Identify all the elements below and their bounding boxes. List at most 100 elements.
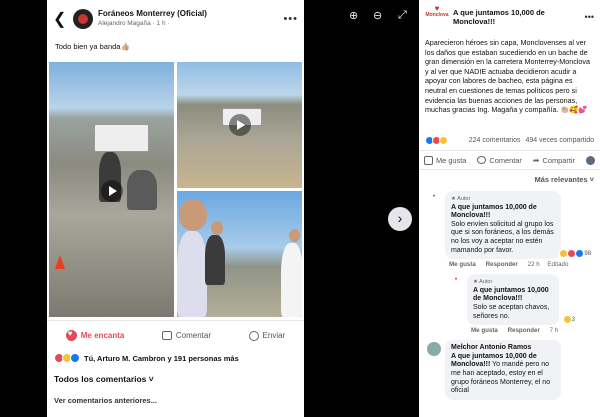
edited-label: Editado <box>547 261 569 269</box>
group-name[interactable]: Foráneos Monterrey (Oficial) <box>98 9 283 19</box>
comment-sort-dropdown[interactable]: Más relevantes ˅ <box>419 170 600 185</box>
post-author-block: Foráneos Monterrey (Oficial) Alejandro M… <box>98 9 283 29</box>
care-reaction-icon <box>439 135 448 145</box>
post-header: ❮ Foráneos Monterrey (Oficial) Alejandro… <box>47 0 304 38</box>
photo-grid <box>47 62 304 317</box>
comment-like-link[interactable]: Me gusta <box>449 261 476 268</box>
comment-item: ♥ ★ Autor A que juntamos 10,000 de Moncl… <box>419 191 600 268</box>
photo-roadwork-crew[interactable] <box>49 62 174 317</box>
comment-like-link[interactable]: Me gusta <box>471 327 498 334</box>
comment-reactions[interactable]: 3 <box>561 314 577 326</box>
photo-road-pickup[interactable] <box>177 62 302 188</box>
comment-reactions[interactable]: 98 <box>558 248 593 260</box>
comment-reply-link[interactable]: Responder <box>508 327 540 334</box>
comment-icon <box>477 156 487 164</box>
love-label: Me encanta <box>80 331 125 340</box>
play-icon[interactable] <box>101 180 123 202</box>
commenter-name[interactable]: Melchor Antonio Ramos <box>451 344 555 353</box>
post-screenshot: ❮ Foráneos Monterrey (Oficial) Alejandro… <box>47 0 304 417</box>
like-reaction-icon <box>70 353 80 363</box>
zoom-in-icon[interactable]: ⊕ <box>349 9 358 22</box>
like-reaction-icon <box>576 250 584 258</box>
thumbs-up-icon <box>424 155 433 165</box>
group-avatar[interactable] <box>73 9 93 29</box>
view-previous-comments-link[interactable]: Ver comentarios anteriores... <box>47 384 304 405</box>
photo-selfie-crew[interactable] <box>177 191 302 317</box>
comment-reply-item: ♥ ★ Autor A que juntamos 10,000 de Moncl… <box>441 274 600 334</box>
author-line: Alejandro Magaña · 1 h · <box>98 20 170 27</box>
worker-figure <box>127 170 157 210</box>
comment-time[interactable]: 7 h <box>550 327 559 334</box>
comment-text: Solo envíen solicitud al grupo los que s… <box>451 220 554 254</box>
pickup-truck <box>94 124 149 152</box>
person-figure <box>205 235 225 285</box>
panel-actions: Me gusta Comentar ➦ Compartir <box>419 150 600 170</box>
person-face <box>289 229 300 242</box>
love-button[interactable]: Me encanta <box>65 329 125 341</box>
back-arrow-icon[interactable]: ❮ <box>53 9 67 29</box>
commenter-avatar[interactable]: ♥ <box>427 193 441 207</box>
all-comments-filter[interactable]: Todos los comentarios ˅ <box>47 366 304 384</box>
page-logo[interactable]: ♥ Monclova <box>425 4 449 28</box>
comment-text: Solo se aceptan chavos, señores no. <box>473 303 550 320</box>
haha-reaction-icon <box>563 316 571 324</box>
commenter-name[interactable]: A que juntamos 10,000 de Monclova!!! <box>473 287 553 304</box>
like-label: Me gusta <box>436 155 467 165</box>
post-stats: 224 comentarios 494 veces compartido <box>419 132 600 148</box>
comment-time[interactable]: 22 h <box>528 261 540 268</box>
person-figure <box>281 243 302 317</box>
post-body-text: Aparecieron héroes sin capa, Monclovense… <box>425 38 590 115</box>
author-badge: ★ Autor <box>473 279 493 286</box>
reaction-summary[interactable]: Tú, Arturo M. Cambron y 191 personas más <box>47 350 304 366</box>
comment-label: Comentar <box>489 155 522 165</box>
page-title[interactable]: A que juntamos 10,000 de Monclova!!! <box>453 8 585 26</box>
comment-icon <box>161 331 172 340</box>
share-icon: ➦ <box>532 155 540 165</box>
comment-meta: Me gusta Responder 22 h Editado <box>445 259 600 268</box>
comment-reaction-count: 98 <box>584 250 591 257</box>
expand-icon[interactable]: ⤢ <box>398 9 407 22</box>
comment-reaction-count: 3 <box>571 316 575 323</box>
screenshot-stage: ❮ Foráneos Monterrey (Oficial) Alejandro… <box>0 0 600 417</box>
play-icon[interactable] <box>229 114 251 136</box>
more-options-icon[interactable]: ••• <box>283 13 298 25</box>
next-photo-button[interactable]: › <box>388 207 412 231</box>
post-side-panel: ♥ Monclova A que juntamos 10,000 de Monc… <box>419 0 600 417</box>
post-actions: Me encanta Comentar Enviar <box>47 320 304 350</box>
more-options-icon[interactable]: ••• <box>585 12 594 22</box>
traffic-cone <box>55 255 65 269</box>
messenger-icon <box>248 330 259 341</box>
send-button[interactable]: Enviar <box>248 330 286 341</box>
comment-meta: Me gusta Responder 7 h <box>467 325 600 334</box>
comments-count[interactable]: 224 comentarios <box>469 137 521 144</box>
comment-button[interactable]: Comentar <box>161 331 211 340</box>
comment-item: Melchor Antonio Ramos A que juntamos 10,… <box>419 340 600 400</box>
comment-bubble: ★ Autor A que juntamos 10,000 de Monclov… <box>467 274 577 326</box>
love-reaction-icon <box>568 250 576 258</box>
heart-icon <box>65 329 77 341</box>
author-badge: ★ Autor <box>451 196 471 202</box>
post-caption: Todo bien ya banda👍🏼 <box>55 42 130 51</box>
share-button[interactable]: ➦ Compartir <box>533 156 575 165</box>
panel-header: ♥ Monclova A que juntamos 10,000 de Monc… <box>419 0 600 28</box>
shares-count[interactable]: 494 veces compartido <box>526 137 594 144</box>
send-label: Enviar <box>262 331 286 340</box>
person-face <box>211 221 223 235</box>
comment-reply-link[interactable]: Responder <box>486 261 518 268</box>
zoom-out-icon[interactable]: ⊖ <box>373 9 382 22</box>
commenter-avatar[interactable] <box>427 342 441 357</box>
reactions-text: Tú, Arturo M. Cambron y 191 personas más <box>84 353 239 363</box>
comment-button[interactable]: Comentar <box>477 155 522 165</box>
comment-label: Comentar <box>175 331 211 340</box>
commenter-name[interactable]: A que juntamos 10,000 de Monclova!!! <box>451 204 555 221</box>
logo-text: Monclova <box>425 11 449 18</box>
audience-selector-icon[interactable] <box>585 155 595 165</box>
share-label: Compartir <box>542 155 575 165</box>
comment-bubble: Melchor Antonio Ramos A que juntamos 10,… <box>445 340 561 400</box>
selfie-person <box>177 231 207 317</box>
haha-reaction-icon <box>560 250 568 258</box>
like-button[interactable]: Me gusta <box>424 155 467 165</box>
comment-bubble: ★ Autor A que juntamos 10,000 de Monclov… <box>445 191 593 260</box>
selfie-face <box>179 199 207 231</box>
commenter-avatar[interactable]: ♥ <box>449 276 463 291</box>
